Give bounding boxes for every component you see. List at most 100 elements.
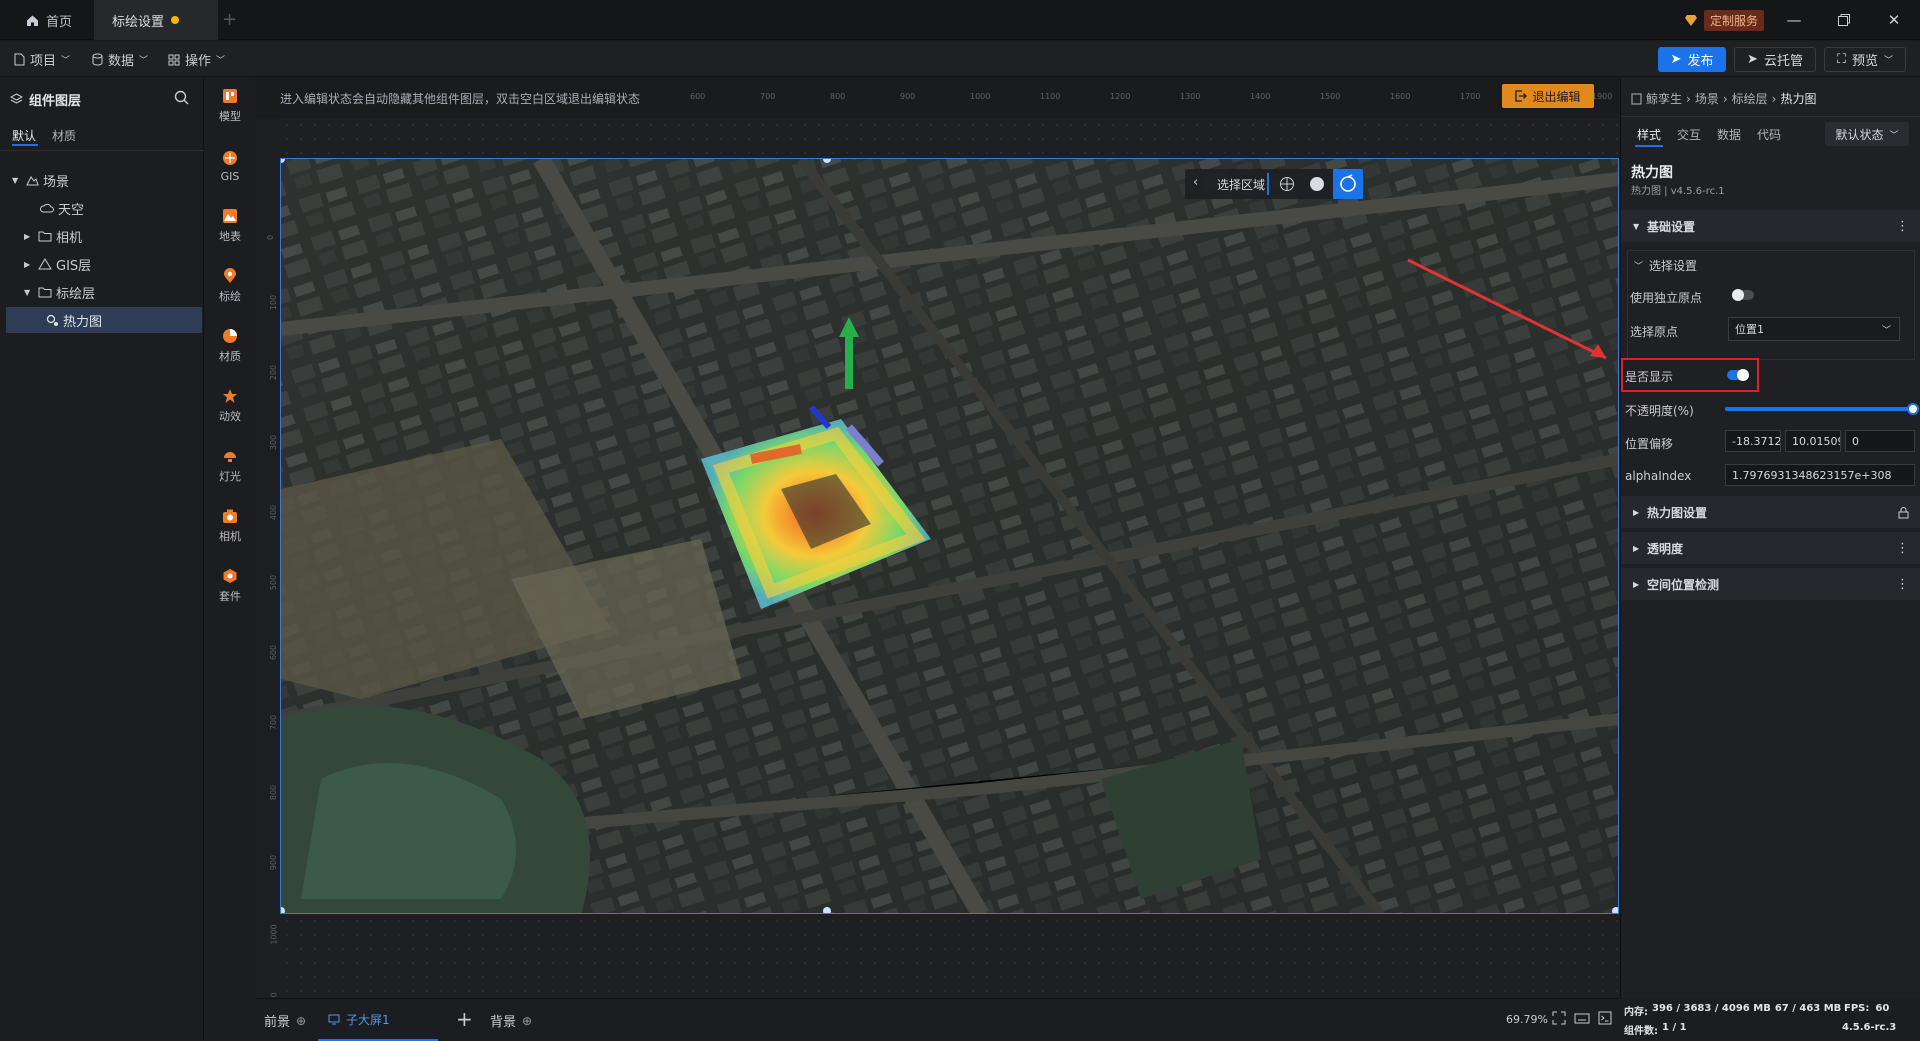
cloud-button[interactable]: ➤ 云托管 [1734, 47, 1816, 72]
sphere-icon[interactable] [1309, 176, 1325, 192]
breadcrumb-item[interactable]: 鲸孪生 [1646, 90, 1682, 107]
globe-icon[interactable] [1279, 176, 1295, 192]
component-toolbox: 模型 GIS 地表 标绘 材质 动效 灯光 相机 套件 [205, 78, 255, 1040]
layer-panel: 组件图层 默认 材质 ▼ 场景 天空 ▶ 相机 ▶ GIS层 ▼ 标绘层 热力图 [0, 78, 204, 1040]
more-icon[interactable]: ⋮ [1896, 577, 1909, 592]
breadcrumb-item[interactable]: 热力图 [1780, 90, 1816, 107]
add-screen-button[interactable]: + [456, 1007, 473, 1031]
editor-canvas[interactable]: 进入编辑状态会自动隐藏其他组件图层，双击空白区域退出编辑状态 600 700 8… [256, 78, 1619, 1013]
toolbox-label: 地表 [219, 230, 241, 243]
minimize-icon[interactable]: — [1784, 10, 1804, 30]
restore-icon[interactable] [1834, 10, 1854, 30]
back-layer-tab[interactable]: 背景 ⊕ [490, 1011, 532, 1031]
menu-operation[interactable]: 操作 ﹀ [168, 50, 225, 69]
resize-handle[interactable] [281, 907, 285, 913]
section-space[interactable]: ▶ 空间位置检测 ⋮ [1621, 568, 1920, 600]
component-count: 组件数: 1 / 1 [1624, 1022, 1687, 1037]
state-select[interactable]: 默认状态 ﹀ [1825, 122, 1909, 146]
keyboard-icon[interactable] [1574, 1011, 1590, 1025]
toolbox-model[interactable]: 模型 [205, 78, 255, 134]
menu-project[interactable]: 项目 ﹀ [14, 50, 70, 69]
tab-plot-settings[interactable]: 标绘设置 [94, 0, 218, 40]
more-icon[interactable]: ⋮ [1896, 219, 1909, 234]
use-origin-toggle[interactable] [1732, 289, 1754, 301]
resize-handle[interactable] [1612, 907, 1618, 913]
screen-tab-active[interactable]: 子大屏1 [318, 999, 438, 1041]
tab-home[interactable]: 首页 [8, 0, 90, 40]
marker-icon [223, 268, 237, 284]
select-region-button[interactable]: 选择区域 [1217, 176, 1265, 193]
ruler-tick-label: 1500 [1320, 92, 1341, 101]
offset-z-input[interactable]: 0 [1845, 430, 1915, 452]
offset-x-input[interactable]: -18.371223 [1725, 430, 1781, 452]
preview-button[interactable]: ⛶ 预览 ﹀ [1824, 47, 1906, 72]
fit-screen-icon[interactable] [1552, 1011, 1566, 1025]
publish-button[interactable]: ➤ 发布 [1658, 47, 1726, 72]
toolbox-terrain[interactable]: 地表 [205, 198, 255, 254]
tree-item-gis[interactable]: ▶ GIS层 [0, 251, 204, 277]
send-icon: ➤ [1747, 52, 1758, 67]
tree-item-plot-layer[interactable]: ▼ 标绘层 [0, 279, 204, 305]
toolbox-material[interactable]: 材质 [205, 318, 255, 374]
toolbox-label: GIS [220, 169, 240, 183]
add-tab-button[interactable]: + [222, 9, 237, 30]
caret-right-icon: ▶ [24, 231, 31, 241]
custom-service-button[interactable]: 定制服务 [1684, 10, 1765, 31]
offset-y-input[interactable]: 10.015095 [1785, 430, 1841, 452]
exit-edit-button[interactable]: 退出编辑 [1502, 84, 1594, 108]
tree-item-camera[interactable]: ▶ 相机 [0, 223, 204, 249]
screen-icon [328, 1014, 340, 1025]
terminal-icon[interactable] [1598, 1011, 1612, 1025]
collapse-icon[interactable]: ‹ [1193, 175, 1198, 190]
tab-data[interactable]: 数据 [1717, 126, 1741, 143]
search-icon[interactable] [174, 90, 189, 105]
breadcrumb-item[interactable]: 场景 [1695, 90, 1719, 107]
opacity-slider-handle[interactable] [1907, 403, 1919, 415]
section-basic[interactable]: ▼ 基础设置 ⋮ [1621, 210, 1920, 242]
tab-default[interactable]: 默认 [12, 127, 36, 144]
tab-default-underline [12, 144, 38, 146]
tree-item-sky[interactable]: 天空 [0, 195, 204, 221]
fps-label: FPS: [1844, 1003, 1870, 1014]
tree-item-heatmap[interactable]: 热力图 [6, 307, 202, 333]
add-circle-icon[interactable]: ⊕ [296, 1014, 306, 1028]
breadcrumb-item[interactable]: 标绘层 [1732, 90, 1768, 107]
component-title: 热力图 [1631, 165, 1673, 181]
toolbox-light[interactable]: 灯光 [205, 438, 255, 494]
menu-data[interactable]: 数据 ﹀ [92, 50, 148, 69]
front-layer-tab[interactable]: 前景 ⊕ [264, 1011, 306, 1031]
rotate-icon[interactable] [1333, 169, 1363, 199]
section-title: 热力图设置 [1647, 505, 1708, 520]
section-title: 基础设置 [1647, 219, 1696, 234]
tree-item-label: 标绘层 [56, 286, 96, 302]
section-heatmap[interactable]: ▶ 热力图设置 [1621, 496, 1920, 528]
lock-icon[interactable] [1898, 506, 1909, 519]
alpha-input[interactable]: 1.7976931348623157e+308 [1725, 464, 1915, 486]
tab-code[interactable]: 代码 [1757, 126, 1781, 143]
tree-item-scene[interactable]: ▼ 场景 [0, 167, 204, 193]
tab-style[interactable]: 样式 [1637, 126, 1661, 143]
toolbox-effect[interactable]: 动效 [205, 378, 255, 434]
chevron-down-icon: ﹀ [1884, 56, 1894, 66]
toolbox-label: 灯光 [219, 470, 241, 483]
toolbox-label: 材质 [219, 350, 241, 363]
divider [0, 150, 204, 151]
visible-toggle[interactable] [1727, 369, 1749, 381]
toolbox-marker[interactable]: 标绘 [205, 258, 255, 314]
toolbox-camera[interactable]: 相机 [205, 498, 255, 554]
resize-handle[interactable] [823, 907, 831, 913]
section-opacity[interactable]: ▶ 透明度 ⋮ [1621, 532, 1920, 564]
zoom-level[interactable]: 69.79% [1506, 1013, 1548, 1026]
tab-interaction[interactable]: 交互 [1677, 126, 1701, 143]
ruler-tick-label: 1900 [1592, 92, 1613, 101]
tab-material[interactable]: 材质 [52, 127, 76, 144]
origin-select[interactable]: 位置1 ﹀ [1728, 317, 1900, 341]
select-settings-header[interactable]: ﹀ 选择设置 [1634, 257, 1697, 274]
add-circle-icon[interactable]: ⊕ [522, 1014, 532, 1028]
opacity-slider[interactable] [1725, 403, 1919, 415]
chevron-down-icon: ﹀ [216, 56, 226, 66]
toolbox-kit[interactable]: 套件 [205, 558, 255, 614]
close-icon[interactable]: ✕ [1884, 10, 1904, 30]
more-icon[interactable]: ⋮ [1896, 541, 1909, 556]
toolbox-gis[interactable]: GIS [205, 138, 255, 194]
